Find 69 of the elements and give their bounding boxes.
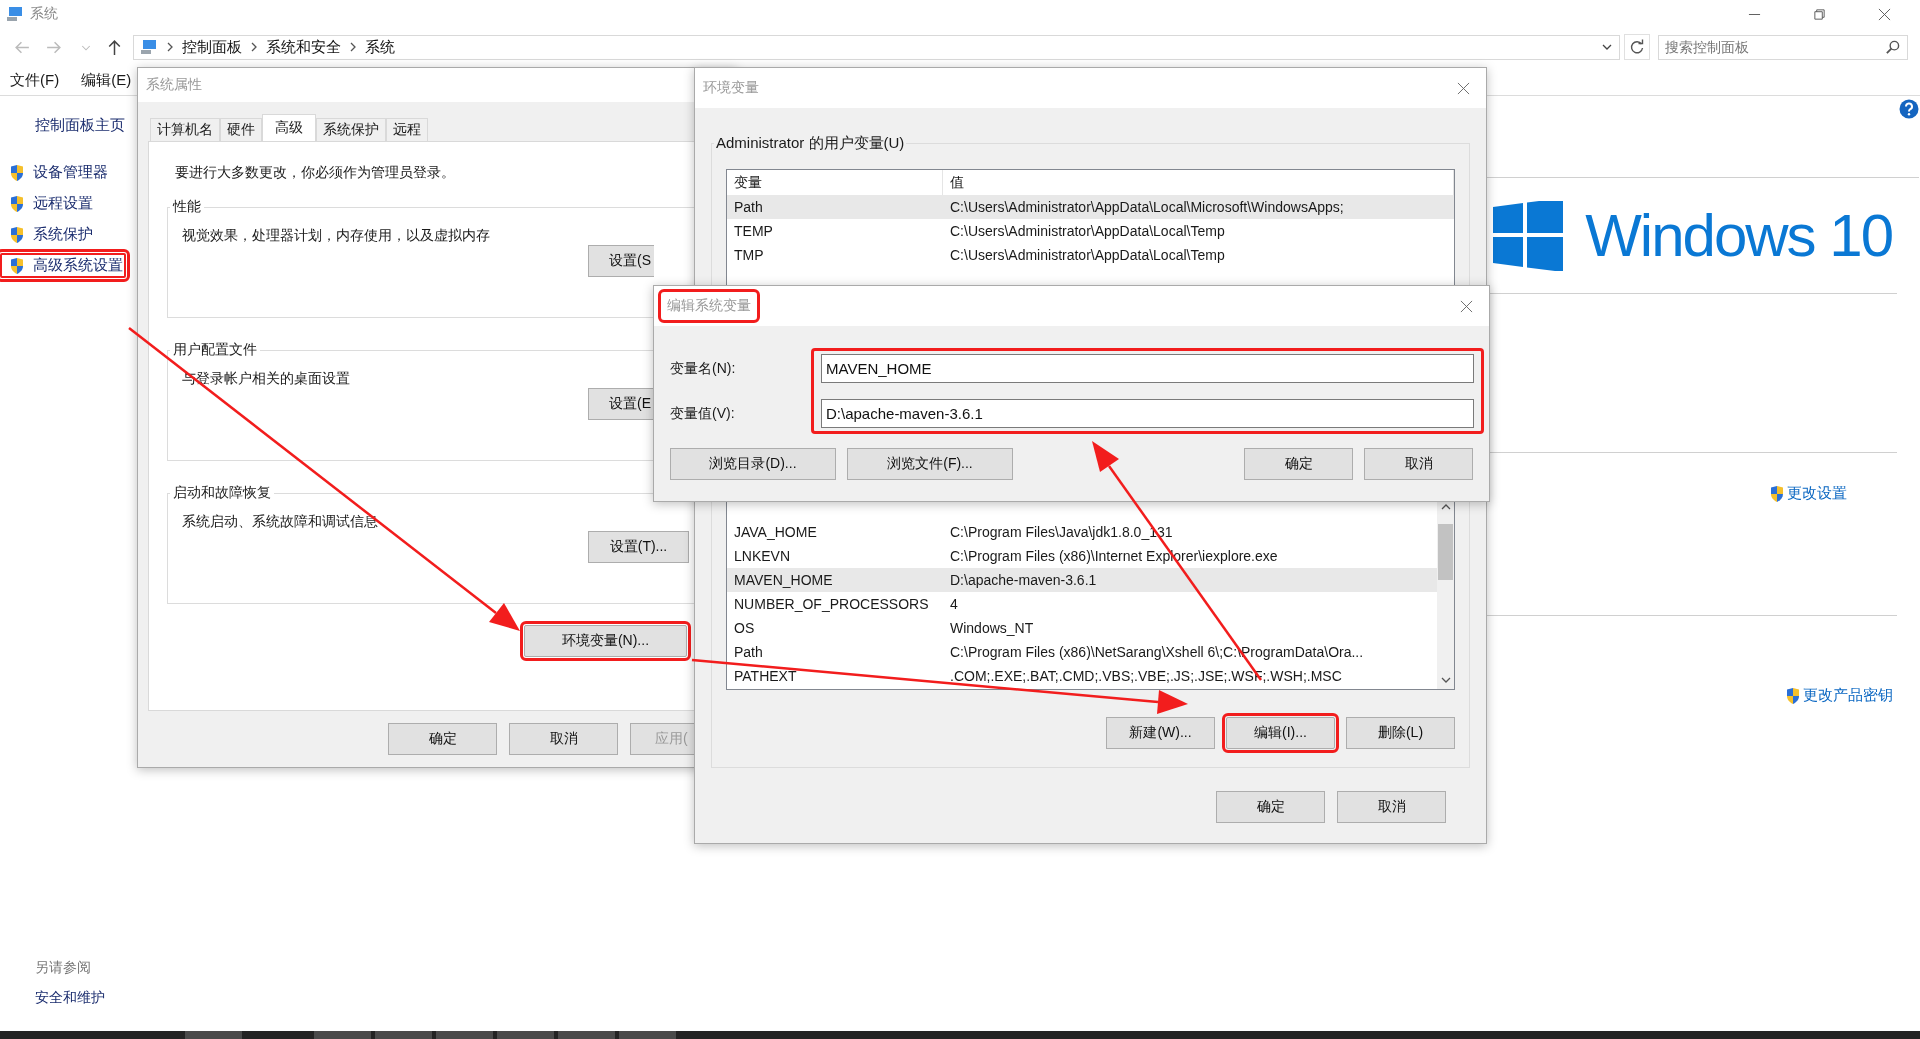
dialog-title: 系统属性 [146,76,202,94]
field-label: 变量名(N): [670,358,737,378]
dialog-title: 环境变量 [703,79,759,97]
dialog-button[interactable]: 取消 [1337,791,1446,823]
menu-item[interactable]: 文件(F) [10,71,60,90]
menu-item[interactable]: 编辑(E) [81,71,132,90]
browse-button[interactable]: 浏览目录(D)... [670,448,836,480]
variable-name: NUMBER_OF_PROCESSORS [733,596,930,612]
group-title: 启动和故障恢复 [172,484,272,502]
input-field[interactable]: MAVEN_HOME [821,354,1474,383]
dialog-button[interactable]: 确定 [1244,448,1353,480]
dialog-button[interactable]: 取消 [509,723,618,755]
breadcrumb-item[interactable]: 系统 [365,37,395,57]
variable-value: D:\apache-maven-3.6.1 [949,572,1098,588]
list-row[interactable]: MAVEN_HOME D:\apache-maven-3.6.1 [727,568,1437,592]
sidebar-link[interactable]: 安全和维护 [35,989,137,1007]
variable-name: TMP [733,247,765,263]
sidebar-item[interactable]: 系统保护 [0,222,126,247]
dialog-button[interactable]: 确定 [1216,791,1325,823]
tab[interactable]: 系统保护 [316,118,386,141]
logo-text: Windows 10 [1585,201,1892,270]
variable-name: JAVA_HOME [733,524,818,540]
breadcrumb-item[interactable]: 控制面板 [182,37,242,57]
list-row[interactable]: OS Windows_NT [727,616,1437,640]
dialog-button[interactable]: 确定 [388,723,497,755]
sidebar-item[interactable]: 设备管理器 [0,160,126,185]
variable-name: Path [733,644,764,660]
address-bar[interactable]: 控制面板 系统和安全 系统 [133,34,1620,60]
dialog-button[interactable]: 取消 [1364,448,1473,480]
variable-name: MAVEN_HOME [733,572,834,588]
variable-value: C:\Users\Administrator\AppData\Local\Temp [949,247,1226,263]
window-title: 系统 [30,5,58,23]
group-title: 性能 [171,198,202,216]
settings-button[interactable]: 设置(S [588,245,654,277]
browse-button[interactable]: 浏览文件(F)... [847,448,1013,480]
search-field[interactable]: 搜索控制面板 [1658,34,1908,60]
variable-value: C:\Users\Administrator\AppData\Local\Microsoft\WindowsApps; [949,199,1345,215]
tab[interactable]: 高级 [262,114,316,141]
variable-value: Windows_NT [949,620,1035,636]
sidebar-link[interactable]: 控制面板主页 [35,116,137,135]
sidebar-item[interactable]: 远程设置 [0,191,126,216]
dialog-button[interactable]: 新建(W)... [1106,717,1215,749]
group-title: 用户配置文件 [172,341,258,359]
section-heading: 另请参阅 [35,959,92,977]
dialog-button[interactable]: 删除(L) [1346,717,1455,749]
field-label: 变量值(V): [670,403,736,423]
variable-name: PATHEXT [733,668,798,684]
variable-name: OS [733,620,756,636]
list-row[interactable]: Path C:\Users\Administrator\AppData\Local\Microsoft\WindowsApps; [727,195,1454,219]
breadcrumb-item[interactable]: 系统和安全 [266,37,341,57]
group-description: 视觉效果，处理器计划，内存使用，以及虚拟内存 [182,227,491,245]
change-key-link[interactable]: 更改产品密钥 [1785,686,1893,705]
variable-name: TEMP [733,223,774,239]
group-title: Administrator 的用户变量(U) [715,134,906,153]
tab[interactable]: 远程 [386,118,428,141]
variable-name: Path [733,199,764,215]
list-row[interactable]: NUMBER_OF_PROCESSORS 4 [727,592,1437,616]
variable-value: 4 [949,596,959,612]
notice-text: 要进行大多数更改，你必须作为管理员登录。 [175,164,456,182]
variable-name: LNKEVN [733,548,792,564]
tab[interactable]: 计算机名 [150,118,220,141]
input-field[interactable]: D:\apache-maven-3.6.1 [821,399,1474,428]
tab[interactable]: 硬件 [220,118,262,141]
settings-button[interactable]: 设置(E [588,388,654,420]
variable-value: C:\Users\Administrator\AppData\Local\Temp [949,223,1226,239]
list-row[interactable]: TMP C:\Users\Administrator\AppData\Local\Temp [727,243,1454,267]
list-row[interactable]: TEMP C:\Users\Administrator\AppData\Local\Temp [727,219,1454,243]
change-settings-link[interactable]: 更改设置 [1769,484,1847,503]
settings-button[interactable]: 设置(T)... [588,531,689,563]
